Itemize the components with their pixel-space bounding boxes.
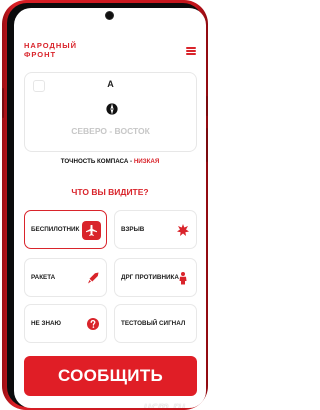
app-logo: НАРОДНЫЙ ФРОНТ [24, 41, 77, 59]
accuracy-label: ТОЧНОСТЬ КОМПАСА - [60, 158, 134, 165]
option-dont-know[interactable]: НЕ ЗНАЮ [24, 304, 107, 343]
option-drone[interactable]: БЕСПИЛОТНИК [24, 210, 107, 249]
phone-mockup: НАРОДНЫЙ ФРОНТ А СЕВЕРО - ВОСТОК ТОЧНОСТ… [0, 0, 210, 410]
phone-side-button [2, 88, 4, 118]
compass-needle-icon [106, 103, 118, 115]
option-label: ДРГ ПРОТИВНИКА [121, 273, 179, 281]
logo-line-1: НАРОДНЫЙ [24, 41, 77, 50]
watermark-logo: ucm.ru [144, 400, 186, 408]
compass-direction-label: СЕВЕРО - ВОСТОК [71, 126, 150, 136]
app-screen: НАРОДНЫЙ ФРОНТ А СЕВЕРО - ВОСТОК ТОЧНОСТ… [14, 8, 206, 408]
question-heading: ЧТО ВЫ ВИДИТЕ? [71, 187, 149, 197]
airplane-icon [82, 221, 101, 240]
compass-card: А СЕВЕРО - ВОСТОК [24, 72, 197, 152]
option-test-signal[interactable]: ТЕСТОВЫЙ СИГНАЛ [114, 304, 197, 343]
question-icon [87, 318, 99, 330]
phone-bezel: НАРОДНЫЙ ФРОНТ А СЕВЕРО - ВОСТОК ТОЧНОСТ… [7, 3, 206, 408]
explosion-icon [177, 224, 189, 236]
phone-side-button [206, 128, 208, 162]
soldier-icon [179, 272, 187, 285]
option-label: ВЗРЫВ [121, 225, 145, 233]
logo-line-2: ФРОНТ [24, 50, 57, 59]
rocket-icon [88, 272, 99, 284]
hamburger-menu-icon[interactable] [186, 47, 196, 55]
option-explosion[interactable]: ВЗРЫВ [114, 210, 197, 249]
report-button[interactable]: СООБЩИТЬ [24, 356, 197, 396]
option-label: НЕ ЗНАЮ [31, 319, 62, 327]
accuracy-value: НИЗКАЯ [133, 158, 160, 165]
front-camera [105, 11, 114, 20]
option-rocket[interactable]: РАКЕТА [24, 258, 107, 297]
option-label: РАКЕТА [31, 273, 56, 281]
phone-body: НАРОДНЫЙ ФРОНТ А СЕВЕРО - ВОСТОК ТОЧНОСТ… [2, 0, 208, 410]
compass-north-letter: А [107, 79, 114, 89]
compass-accuracy: ТОЧНОСТЬ КОМПАСА - НИЗКАЯ [14, 158, 206, 165]
option-enemy-group[interactable]: ДРГ ПРОТИВНИКА [114, 258, 197, 297]
option-label: ТЕСТОВЫЙ СИГНАЛ [121, 319, 186, 327]
phone-side-button [206, 96, 208, 116]
